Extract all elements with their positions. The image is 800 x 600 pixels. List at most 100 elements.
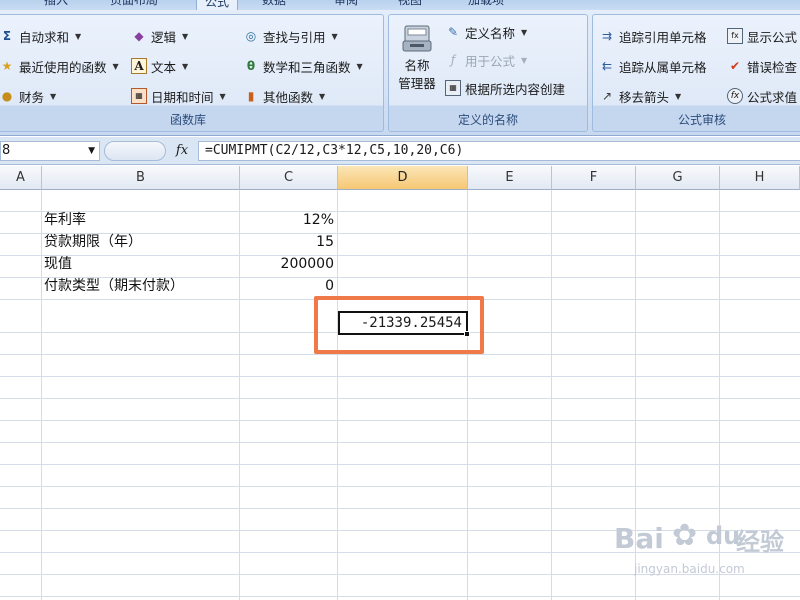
chevron-down-icon[interactable]: ▼ bbox=[88, 142, 95, 160]
trace-dependents-icon: ⇇ bbox=[601, 59, 613, 73]
chevron-down-icon: ▼ bbox=[50, 91, 57, 101]
coins-icon: ● bbox=[1, 89, 13, 103]
remove-arrows-icon: ↗ bbox=[601, 89, 613, 103]
more-functions-button[interactable]: ▮ 其他函数 ▼ bbox=[243, 85, 325, 107]
math-trig-button[interactable]: θ 数学和三角函数 ▼ bbox=[243, 55, 363, 77]
autosum-label: 自动求和 bbox=[19, 29, 70, 45]
autosum-button[interactable]: Σ 自动求和 ▼ bbox=[0, 25, 81, 47]
evaluate-formula-icon: fx bbox=[727, 88, 743, 104]
gridline bbox=[551, 190, 552, 600]
create-from-selection-button[interactable]: ▦ 根据所选内容创建 bbox=[445, 77, 565, 99]
text-label: 文本 bbox=[151, 59, 177, 75]
cell-b3[interactable]: 贷款期限（年） bbox=[44, 231, 238, 253]
name-manager-button[interactable]: 名称 管理器 bbox=[393, 23, 441, 103]
tab-formulas[interactable]: 公式 bbox=[196, 0, 239, 10]
error-checking-label: 错误检查 bbox=[747, 59, 798, 75]
logical-button[interactable]: ◆ 逻辑 ▼ bbox=[131, 25, 188, 47]
defined-names-group: 名称 管理器 ✎ 定义名称 ▼ ƒ 用于公式 ▼ ▦ 根据所选内容创建 定义的名… bbox=[388, 14, 588, 132]
column-header-e[interactable]: E bbox=[468, 166, 552, 190]
text-button[interactable]: A 文本 ▼ bbox=[131, 55, 188, 77]
cell-c5[interactable]: 200000 bbox=[242, 253, 336, 275]
tab-page-layout[interactable]: 页面布局 bbox=[110, 0, 158, 10]
column-header-a[interactable]: A bbox=[0, 166, 42, 190]
name-manager-icon bbox=[401, 23, 433, 53]
watermark-url: jingyan.baidu.com bbox=[634, 562, 745, 576]
lookup-reference-label: 查找与引用 bbox=[263, 29, 326, 45]
use-in-formula-icon: ƒ bbox=[450, 53, 456, 67]
chevron-down-icon: ▼ bbox=[319, 91, 326, 101]
show-formulas-button[interactable]: fx 显示公式 bbox=[727, 25, 797, 47]
gridline bbox=[0, 398, 800, 399]
remove-arrows-label: 移去箭头 bbox=[619, 89, 670, 105]
cell-b2[interactable]: 年利率 bbox=[44, 209, 238, 231]
column-header-f[interactable]: F bbox=[552, 166, 636, 190]
remove-arrows-button[interactable]: ↗ 移去箭头 ▼ bbox=[599, 85, 681, 107]
evaluate-formula-button[interactable]: fx 公式求值 bbox=[727, 85, 797, 107]
more-functions-icon: ▮ bbox=[247, 89, 255, 103]
cell-b5[interactable]: 现值 bbox=[44, 253, 238, 275]
chevron-down-icon: ▼ bbox=[112, 61, 119, 71]
column-header-g[interactable]: G bbox=[636, 166, 720, 190]
evaluate-formula-label: 公式求值 bbox=[747, 89, 798, 105]
chevron-down-icon: ▼ bbox=[356, 61, 363, 71]
tab-insert[interactable]: 插入 bbox=[44, 0, 68, 10]
chevron-down-icon: ▼ bbox=[521, 27, 528, 37]
define-name-label: 定义名称 bbox=[465, 25, 516, 41]
tab-review[interactable]: 审阅 bbox=[334, 0, 358, 10]
chevron-down-icon: ▼ bbox=[331, 31, 338, 41]
column-header-c[interactable]: C bbox=[240, 166, 338, 190]
recent-functions-button[interactable]: ★ 最近使用的函数 ▼ bbox=[0, 55, 119, 77]
gridline bbox=[41, 190, 42, 600]
cell-c2[interactable]: 12% bbox=[242, 209, 336, 231]
define-name-button[interactable]: ✎ 定义名称 ▼ bbox=[445, 21, 527, 43]
gridline bbox=[0, 508, 800, 509]
recent-functions-label: 最近使用的函数 bbox=[19, 59, 107, 75]
date-time-button[interactable]: ▦ 日期和时间 ▼ bbox=[131, 85, 226, 107]
create-from-selection-label: 根据所选内容创建 bbox=[465, 81, 566, 97]
cell-c3[interactable]: 15 bbox=[242, 231, 336, 253]
gridline bbox=[0, 486, 800, 487]
cell-b6[interactable]: 付款类型（期末付款） bbox=[44, 275, 238, 297]
logical-label: 逻辑 bbox=[151, 29, 177, 45]
date-time-label: 日期和时间 bbox=[151, 89, 214, 105]
formula-input[interactable]: =CUMIPMT(C2/12,C3*12,C5,10,20,C6) bbox=[198, 141, 800, 161]
sigma-icon: Σ bbox=[2, 29, 12, 43]
name-box[interactable]: 8 ▼ bbox=[0, 141, 100, 161]
error-checking-button[interactable]: ✔ 错误检查 ▼ bbox=[727, 55, 800, 77]
column-header-d[interactable]: D bbox=[338, 166, 468, 190]
insert-function-button[interactable]: fx bbox=[170, 141, 194, 161]
chevron-down-icon: ▼ bbox=[182, 31, 189, 41]
chevron-down-icon: ▼ bbox=[182, 61, 189, 71]
show-formulas-icon: fx bbox=[727, 28, 743, 44]
ribbon-tab-strip: 插入 页面布局 公式 数据 审阅 视图 加载项 bbox=[0, 0, 800, 10]
tab-addins[interactable]: 加载项 bbox=[468, 0, 504, 10]
show-formulas-label: 显示公式 bbox=[747, 29, 798, 45]
formula-bar-controls[interactable] bbox=[104, 141, 166, 161]
financial-label: 财务 bbox=[19, 89, 45, 105]
use-in-formula-button[interactable]: ƒ 用于公式 ▼ bbox=[445, 49, 527, 71]
tab-data[interactable]: 数据 bbox=[262, 0, 286, 10]
lookup-reference-button[interactable]: ◎ 查找与引用 ▼ bbox=[243, 25, 338, 47]
chevron-down-icon: ▼ bbox=[521, 55, 528, 65]
function-library-group: Σ 自动求和 ▼ ★ 最近使用的函数 ▼ ● 财务 ▼ ◆ 逻辑 ▼ A 文本 … bbox=[0, 14, 384, 132]
chevron-down-icon: ▼ bbox=[219, 91, 226, 101]
create-from-selection-icon: ▦ bbox=[445, 80, 461, 96]
financial-button[interactable]: ● 财务 ▼ bbox=[0, 85, 56, 107]
trace-dependents-button[interactable]: ⇇ 追踪从属单元格 bbox=[599, 55, 707, 77]
column-header-b[interactable]: B bbox=[42, 166, 240, 190]
gridline bbox=[0, 464, 800, 465]
trace-precedents-button[interactable]: ⇉ 追踪引用单元格 bbox=[599, 25, 707, 47]
tab-view[interactable]: 视图 bbox=[398, 0, 422, 10]
column-header-h[interactable]: H bbox=[720, 166, 800, 190]
gridline bbox=[0, 354, 800, 355]
math-icon: θ bbox=[246, 59, 256, 73]
error-checking-icon: ✔ bbox=[729, 59, 741, 73]
gridline bbox=[467, 190, 468, 600]
chevron-down-icon: ▼ bbox=[75, 31, 82, 41]
name-box-value: 8 bbox=[2, 143, 11, 158]
function-library-label: 函数库 bbox=[169, 113, 206, 127]
name-manager-label: 名称 管理器 bbox=[398, 58, 436, 91]
cell-c6[interactable]: 0 bbox=[242, 275, 336, 297]
watermark-brand-cn: 经验 bbox=[736, 528, 784, 556]
ribbon: Σ 自动求和 ▼ ★ 最近使用的函数 ▼ ● 财务 ▼ ◆ 逻辑 ▼ A 文本 … bbox=[0, 10, 800, 136]
